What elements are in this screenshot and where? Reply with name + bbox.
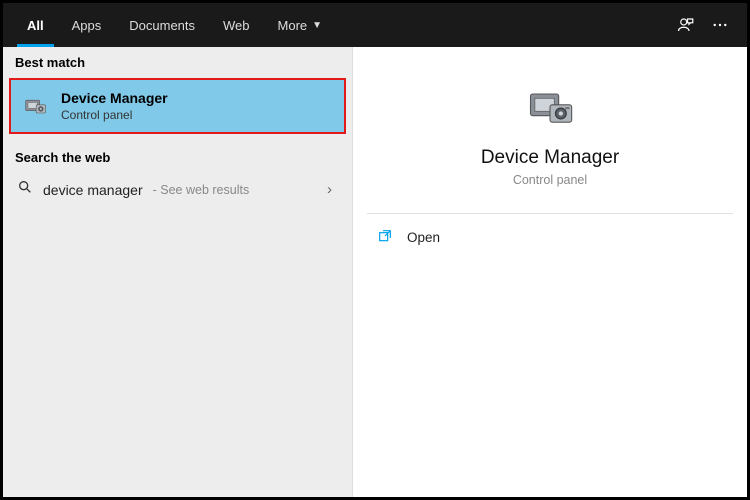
tab-label: Web: [223, 18, 250, 33]
web-search-result[interactable]: device manager - See web results ›: [3, 171, 352, 208]
best-match-header: Best match: [3, 47, 352, 76]
tab-label: More: [278, 18, 308, 33]
best-match-result[interactable]: Device Manager Control panel: [9, 78, 346, 134]
best-match-subtitle: Control panel: [61, 108, 168, 122]
main-area: Best match Device Manager Control panel …: [3, 47, 747, 497]
open-label: Open: [407, 230, 440, 245]
tab-label: Apps: [72, 18, 102, 33]
device-manager-large-icon: [524, 81, 576, 133]
best-match-title: Device Manager: [61, 90, 168, 106]
results-panel: Best match Device Manager Control panel …: [3, 47, 353, 497]
tab-apps[interactable]: Apps: [58, 3, 116, 47]
web-hint: - See web results: [153, 183, 250, 197]
tab-more[interactable]: More ▼: [264, 3, 337, 47]
spacer: [336, 3, 677, 47]
web-query: device manager: [43, 182, 143, 198]
search-filter-tabs: All Apps Documents Web More ▼: [3, 3, 747, 47]
chevron-down-icon: ▼: [312, 20, 322, 31]
preview-header: Device Manager Control panel: [353, 47, 747, 213]
search-web-header: Search the web: [3, 142, 352, 171]
tab-label: All: [27, 18, 44, 33]
tab-bar: All Apps Documents Web More ▼: [3, 3, 336, 47]
preview-title: Device Manager: [481, 147, 619, 169]
tab-web[interactable]: Web: [209, 3, 264, 47]
chevron-right-icon: ›: [327, 181, 338, 198]
open-icon: [377, 228, 393, 247]
tab-label: Documents: [129, 18, 195, 33]
preview-panel: Device Manager Control panel Open: [353, 47, 747, 497]
search-icon: [17, 179, 33, 200]
top-right-actions: [677, 3, 747, 47]
open-action[interactable]: Open: [353, 214, 747, 261]
tab-documents[interactable]: Documents: [115, 3, 209, 47]
feedback-icon[interactable]: [677, 16, 695, 34]
more-options-icon[interactable]: [711, 16, 729, 34]
best-match-text: Device Manager Control panel: [61, 90, 168, 122]
tab-all[interactable]: All: [13, 3, 58, 47]
preview-subtitle: Control panel: [513, 173, 587, 187]
device-manager-icon: [21, 92, 49, 120]
